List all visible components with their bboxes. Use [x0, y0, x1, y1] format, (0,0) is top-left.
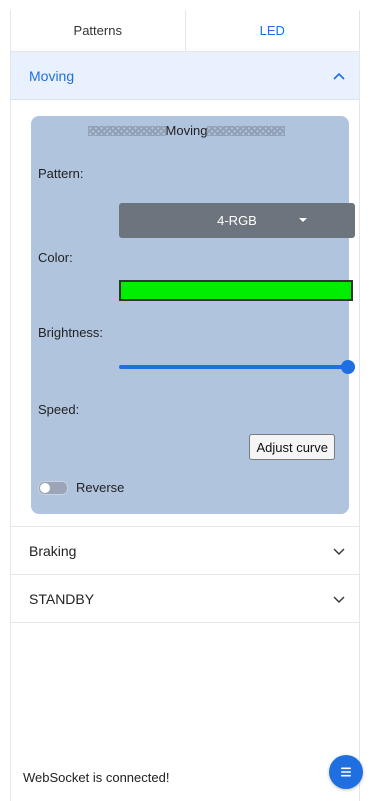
toggle-knob	[40, 482, 50, 493]
websocket-status: WebSocket is connected!	[23, 770, 170, 785]
title-decoration-right	[207, 126, 286, 136]
brightness-slider[interactable]	[119, 360, 355, 374]
tab-bar: Patterns LED	[11, 10, 359, 52]
moving-card: Moving Pattern: 4-RGB Color: Brightness:…	[31, 116, 355, 514]
tab-patterns[interactable]: Patterns	[11, 10, 185, 51]
app-container: Patterns LED Moving Moving Pattern: 4-RG…	[10, 10, 360, 801]
reverse-label: Reverse	[76, 480, 125, 495]
accordion-braking-label: Braking	[29, 542, 77, 559]
accordion-standby-label: STANDBY	[29, 590, 95, 607]
caret-down-icon	[299, 218, 307, 222]
speed-label: Speed:	[38, 402, 80, 417]
title-decoration-left	[87, 126, 166, 136]
tab-led[interactable]: LED	[184, 10, 360, 51]
menu-icon	[341, 767, 351, 777]
pattern-select[interactable]: 4-RGB	[119, 203, 355, 238]
pattern-select-value: 4-RGB	[217, 213, 257, 228]
brightness-label: Brightness:	[38, 325, 104, 340]
card-title-text: Moving	[165, 123, 208, 138]
accordion-moving-header[interactable]: Moving	[11, 52, 359, 100]
accordion-standby-header[interactable]: STANDBY	[11, 575, 359, 623]
accordion-moving-body: Moving Pattern: 4-RGB Color: Brightness:…	[11, 100, 359, 527]
chevron-down-icon	[333, 548, 345, 555]
accordion-moving-label: Moving	[29, 67, 75, 84]
adjust-curve-button[interactable]: Adjust curve	[249, 434, 335, 460]
slider-track	[119, 365, 355, 369]
pattern-label: Pattern:	[38, 166, 84, 181]
accordion-braking-header[interactable]: Braking	[11, 527, 359, 575]
reverse-row: Reverse	[38, 480, 124, 495]
card-title: Moving	[38, 122, 335, 140]
chevron-down-icon	[333, 596, 345, 603]
menu-button[interactable]	[329, 755, 363, 789]
color-label: Color:	[38, 250, 73, 265]
color-picker[interactable]	[119, 280, 353, 301]
slider-thumb[interactable]	[341, 360, 355, 374]
reverse-toggle[interactable]	[38, 480, 68, 495]
chevron-up-icon	[333, 72, 345, 80]
